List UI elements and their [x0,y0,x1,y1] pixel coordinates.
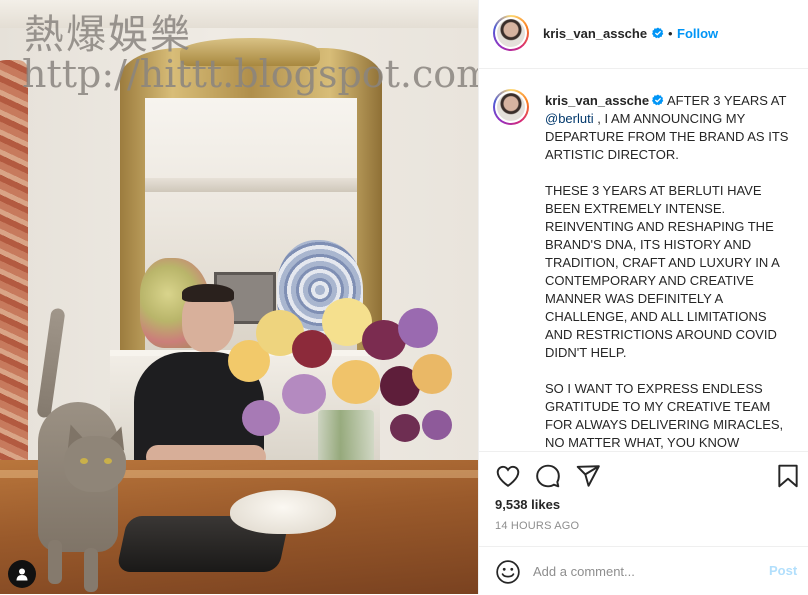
watermark-url: http://hittt.blogspot.com [22,52,478,96]
separator-dot: • [668,26,673,41]
post-side-panel: kris_van_assche • Follow kris_van_assche… [478,0,808,594]
header-user-line: kris_van_assche • Follow [543,25,718,43]
comment-bar: Post [479,546,808,595]
verified-badge-icon [651,27,663,39]
paper-plane-icon[interactable] [575,463,601,489]
follow-button[interactable]: Follow [677,26,718,41]
cat-tail [36,307,66,419]
user-tag-icon [16,568,28,581]
left-sculpture [0,60,28,500]
comment-icon[interactable] [535,463,561,489]
caption-avatar[interactable] [493,89,529,125]
cat-eye [80,458,88,464]
cat-leg [48,540,62,584]
bookmark-icon[interactable] [775,463,801,489]
cat-eye [104,458,112,464]
post-header: kris_van_assche • Follow [479,0,808,69]
caption-body: , I AM ANNOUNCING MY DEPARTURE FROM THE … [545,111,789,450]
header-username[interactable]: kris_van_assche [543,26,647,41]
user-tag-button[interactable] [8,560,36,588]
cat-head [64,436,126,492]
post-photo[interactable]: 熱爆娛樂 http://hittt.blogspot.com [0,0,478,594]
cat-leg [84,548,98,592]
action-bar [479,451,808,500]
caption-text: kris_van_assche AFTER 3 YEARS AT @berlut… [545,92,789,451]
heart-icon[interactable] [495,463,521,489]
verified-badge-icon [652,94,664,106]
caption-username[interactable]: kris_van_assche [545,93,649,108]
post-comment-button[interactable]: Post [769,563,797,578]
emoji-icon[interactable] [495,559,521,585]
mention-link[interactable]: @berluti [545,111,594,126]
white-bowl [230,490,336,534]
post-timestamp[interactable]: 14 HOURS AGO [495,520,579,532]
caption-area: kris_van_assche AFTER 3 YEARS AT @berlut… [479,69,808,451]
likes-count[interactable]: 9,538 likes [495,497,560,512]
mirror-reflection-cornice [145,178,357,192]
comment-input[interactable] [533,560,753,582]
avatar[interactable] [493,15,529,51]
caption-intro: AFTER 3 YEARS AT [664,93,790,108]
